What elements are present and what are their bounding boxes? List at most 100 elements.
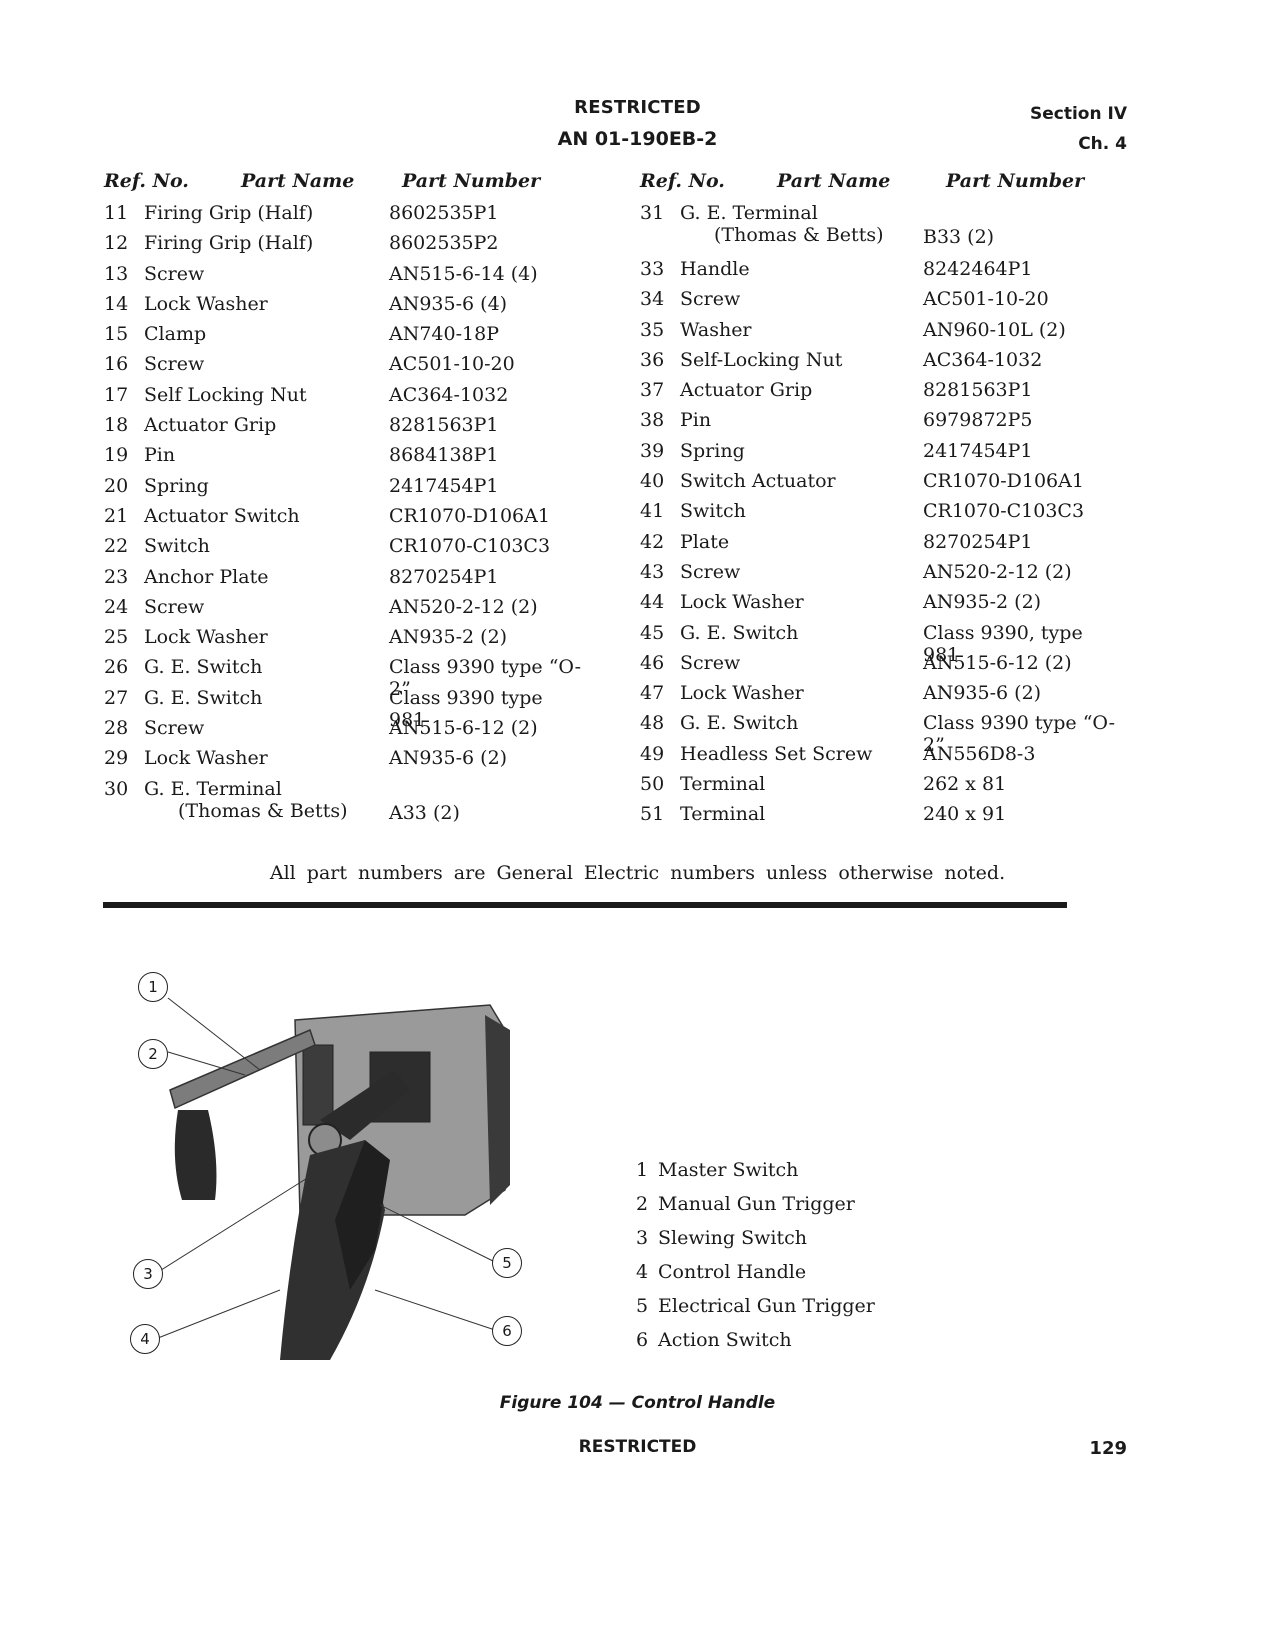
table-header: Ref. No. Part Name Part Number xyxy=(104,170,584,202)
legend-label: Action Switch xyxy=(658,1329,792,1351)
legend-number: 6 xyxy=(636,1329,649,1351)
header-part-number: Part Number xyxy=(402,170,541,192)
table-row: 23 Anchor Plate 8270254P1 xyxy=(104,566,584,596)
part-name: Self Locking Nut xyxy=(144,383,307,406)
part-number: AN935-2 (2) xyxy=(923,591,1042,614)
ref-number: 23 xyxy=(104,565,129,588)
table-row: 34 Screw AC501-10-20 xyxy=(640,288,1120,318)
legend-label: Master Switch xyxy=(658,1159,799,1181)
ref-number: 11 xyxy=(104,202,129,224)
legend-item: 6 Action Switch xyxy=(636,1328,875,1362)
part-name: Washer xyxy=(680,318,752,341)
callout-4: 4 xyxy=(130,1324,160,1354)
table-row: 37 Actuator Grip 8281563P1 xyxy=(640,379,1120,409)
table-row: 40 Switch Actuator CR1070-D106A1 xyxy=(640,470,1120,500)
part-name: Switch Actuator xyxy=(680,470,836,493)
part-number: AN935-2 (2) xyxy=(389,626,508,649)
part-number: 6979872P5 xyxy=(923,409,1033,432)
ref-number: 38 xyxy=(640,409,665,432)
table-rows: 31 G. E. Terminal (Thomas & Betts) B33 (2) 3… xyxy=(640,202,1120,834)
legend-item: 1 Master Switch xyxy=(636,1158,875,1192)
part-number: 240 x 91 xyxy=(923,803,1007,826)
table-row: 20 Spring 2417454P1 xyxy=(104,475,584,505)
ref-number: 51 xyxy=(640,803,665,826)
ref-number: 30 xyxy=(104,777,129,800)
legend-label: Manual Gun Trigger xyxy=(658,1193,855,1215)
part-number: CR1070-C103C3 xyxy=(389,535,551,558)
table-row: 19 Pin 8684138P1 xyxy=(104,444,584,474)
legend-label: Electrical Gun Trigger xyxy=(658,1295,875,1317)
table-header: Ref. No. Part Name Part Number xyxy=(640,170,1120,202)
part-number: AC364-1032 xyxy=(389,383,509,406)
chapter-label: Ch. 4 xyxy=(1078,134,1127,154)
part-number: CR1070-D106A1 xyxy=(923,470,1084,493)
figure-caption: Figure 104 — Control Handle xyxy=(499,1393,776,1413)
ref-number: 49 xyxy=(640,742,665,765)
part-name: Lock Washer xyxy=(144,747,268,770)
part-name: Actuator Grip xyxy=(680,379,813,402)
table-row: 16 Screw AC501-10-20 xyxy=(104,353,584,383)
ref-number: 36 xyxy=(640,348,665,371)
callout-2: 2 xyxy=(138,1039,168,1069)
divider-rule xyxy=(103,902,1067,908)
ref-number: 25 xyxy=(104,626,129,649)
part-number: 8270254P1 xyxy=(389,565,499,588)
callout-3: 3 xyxy=(133,1259,163,1289)
part-name: Spring xyxy=(144,474,209,497)
part-number: 2417454P1 xyxy=(389,474,499,497)
part-name: Pin xyxy=(144,444,176,467)
ref-number: 26 xyxy=(104,656,129,679)
part-name: Spring xyxy=(680,439,745,462)
table-row: 39 Spring 2417454P1 xyxy=(640,440,1120,470)
part-number: 8684138P1 xyxy=(389,444,499,467)
ref-number: 21 xyxy=(104,504,129,527)
legend-item: 2 Manual Gun Trigger xyxy=(636,1192,875,1226)
part-name: Switch xyxy=(680,500,746,523)
page-number: 129 xyxy=(1089,1438,1127,1459)
part-number: CR1070-D106A1 xyxy=(389,504,550,527)
table-row: 48 G. E. Switch Class 9390 type “O-2” xyxy=(640,712,1120,756)
part-name: Screw xyxy=(680,288,741,311)
table-row: 33 Handle 8242464P1 xyxy=(640,258,1120,288)
table-row: 28 Screw AN515-6-12 (2) xyxy=(104,717,584,747)
legend-number: 1 xyxy=(636,1159,649,1181)
part-name: Self-Locking Nut xyxy=(680,348,843,371)
callout-5: 5 xyxy=(492,1248,522,1278)
part-name: Screw xyxy=(680,651,741,674)
part-number: 2417454P1 xyxy=(923,439,1033,462)
legend-label: Slewing Switch xyxy=(658,1227,807,1249)
part-number: B33 (2) xyxy=(923,226,995,248)
ref-number: 27 xyxy=(104,686,129,709)
legend-number: 3 xyxy=(636,1227,649,1249)
part-name: Screw xyxy=(144,353,205,376)
part-number: AC501-10-20 xyxy=(923,288,1049,311)
ref-number: 18 xyxy=(104,414,129,437)
part-number: AN515-6-12 (2) xyxy=(923,651,1072,674)
ref-number: 48 xyxy=(640,712,665,735)
legend-number: 2 xyxy=(636,1193,649,1215)
part-name: Lock Washer xyxy=(144,292,268,315)
part-name: Screw xyxy=(680,560,741,583)
table-row: 27 G. E. Switch Class 9390 type 981 xyxy=(104,686,584,731)
table-row: 30 G. E. Terminal (Thomas & Betts) A33 (2) xyxy=(104,778,584,834)
table-row: 41 Switch CR1070-C103C3 xyxy=(640,500,1120,530)
callout-1: 1 xyxy=(138,972,168,1002)
part-number: AN520-2-12 (2) xyxy=(923,560,1072,583)
table-row: 43 Screw AN520-2-12 (2) xyxy=(640,561,1120,591)
table-row: 11 Firing Grip (Half) 8602535P1 xyxy=(104,202,584,232)
parts-table-right: Ref. No. Part Name Part Number 31 G. E. T… xyxy=(640,170,1120,834)
ref-number: 14 xyxy=(104,292,129,315)
part-name: G. E. Switch xyxy=(680,621,799,644)
ref-number: 41 xyxy=(640,500,665,523)
part-number: 8602535P2 xyxy=(389,232,499,255)
part-number: AN935-6 (2) xyxy=(923,682,1042,705)
table-row: 25 Lock Washer AN935-2 (2) xyxy=(104,626,584,656)
ref-number: 19 xyxy=(104,444,129,467)
ref-number: 17 xyxy=(104,383,129,406)
part-name: Screw xyxy=(144,262,205,285)
table-row: 35 Washer AN960-10L (2) xyxy=(640,319,1120,349)
part-name: Lock Washer xyxy=(680,591,804,614)
part-number: AC364-1032 xyxy=(923,348,1043,371)
part-number: 262 x 81 xyxy=(923,773,1007,796)
part-name: G. E. Switch xyxy=(680,712,799,735)
